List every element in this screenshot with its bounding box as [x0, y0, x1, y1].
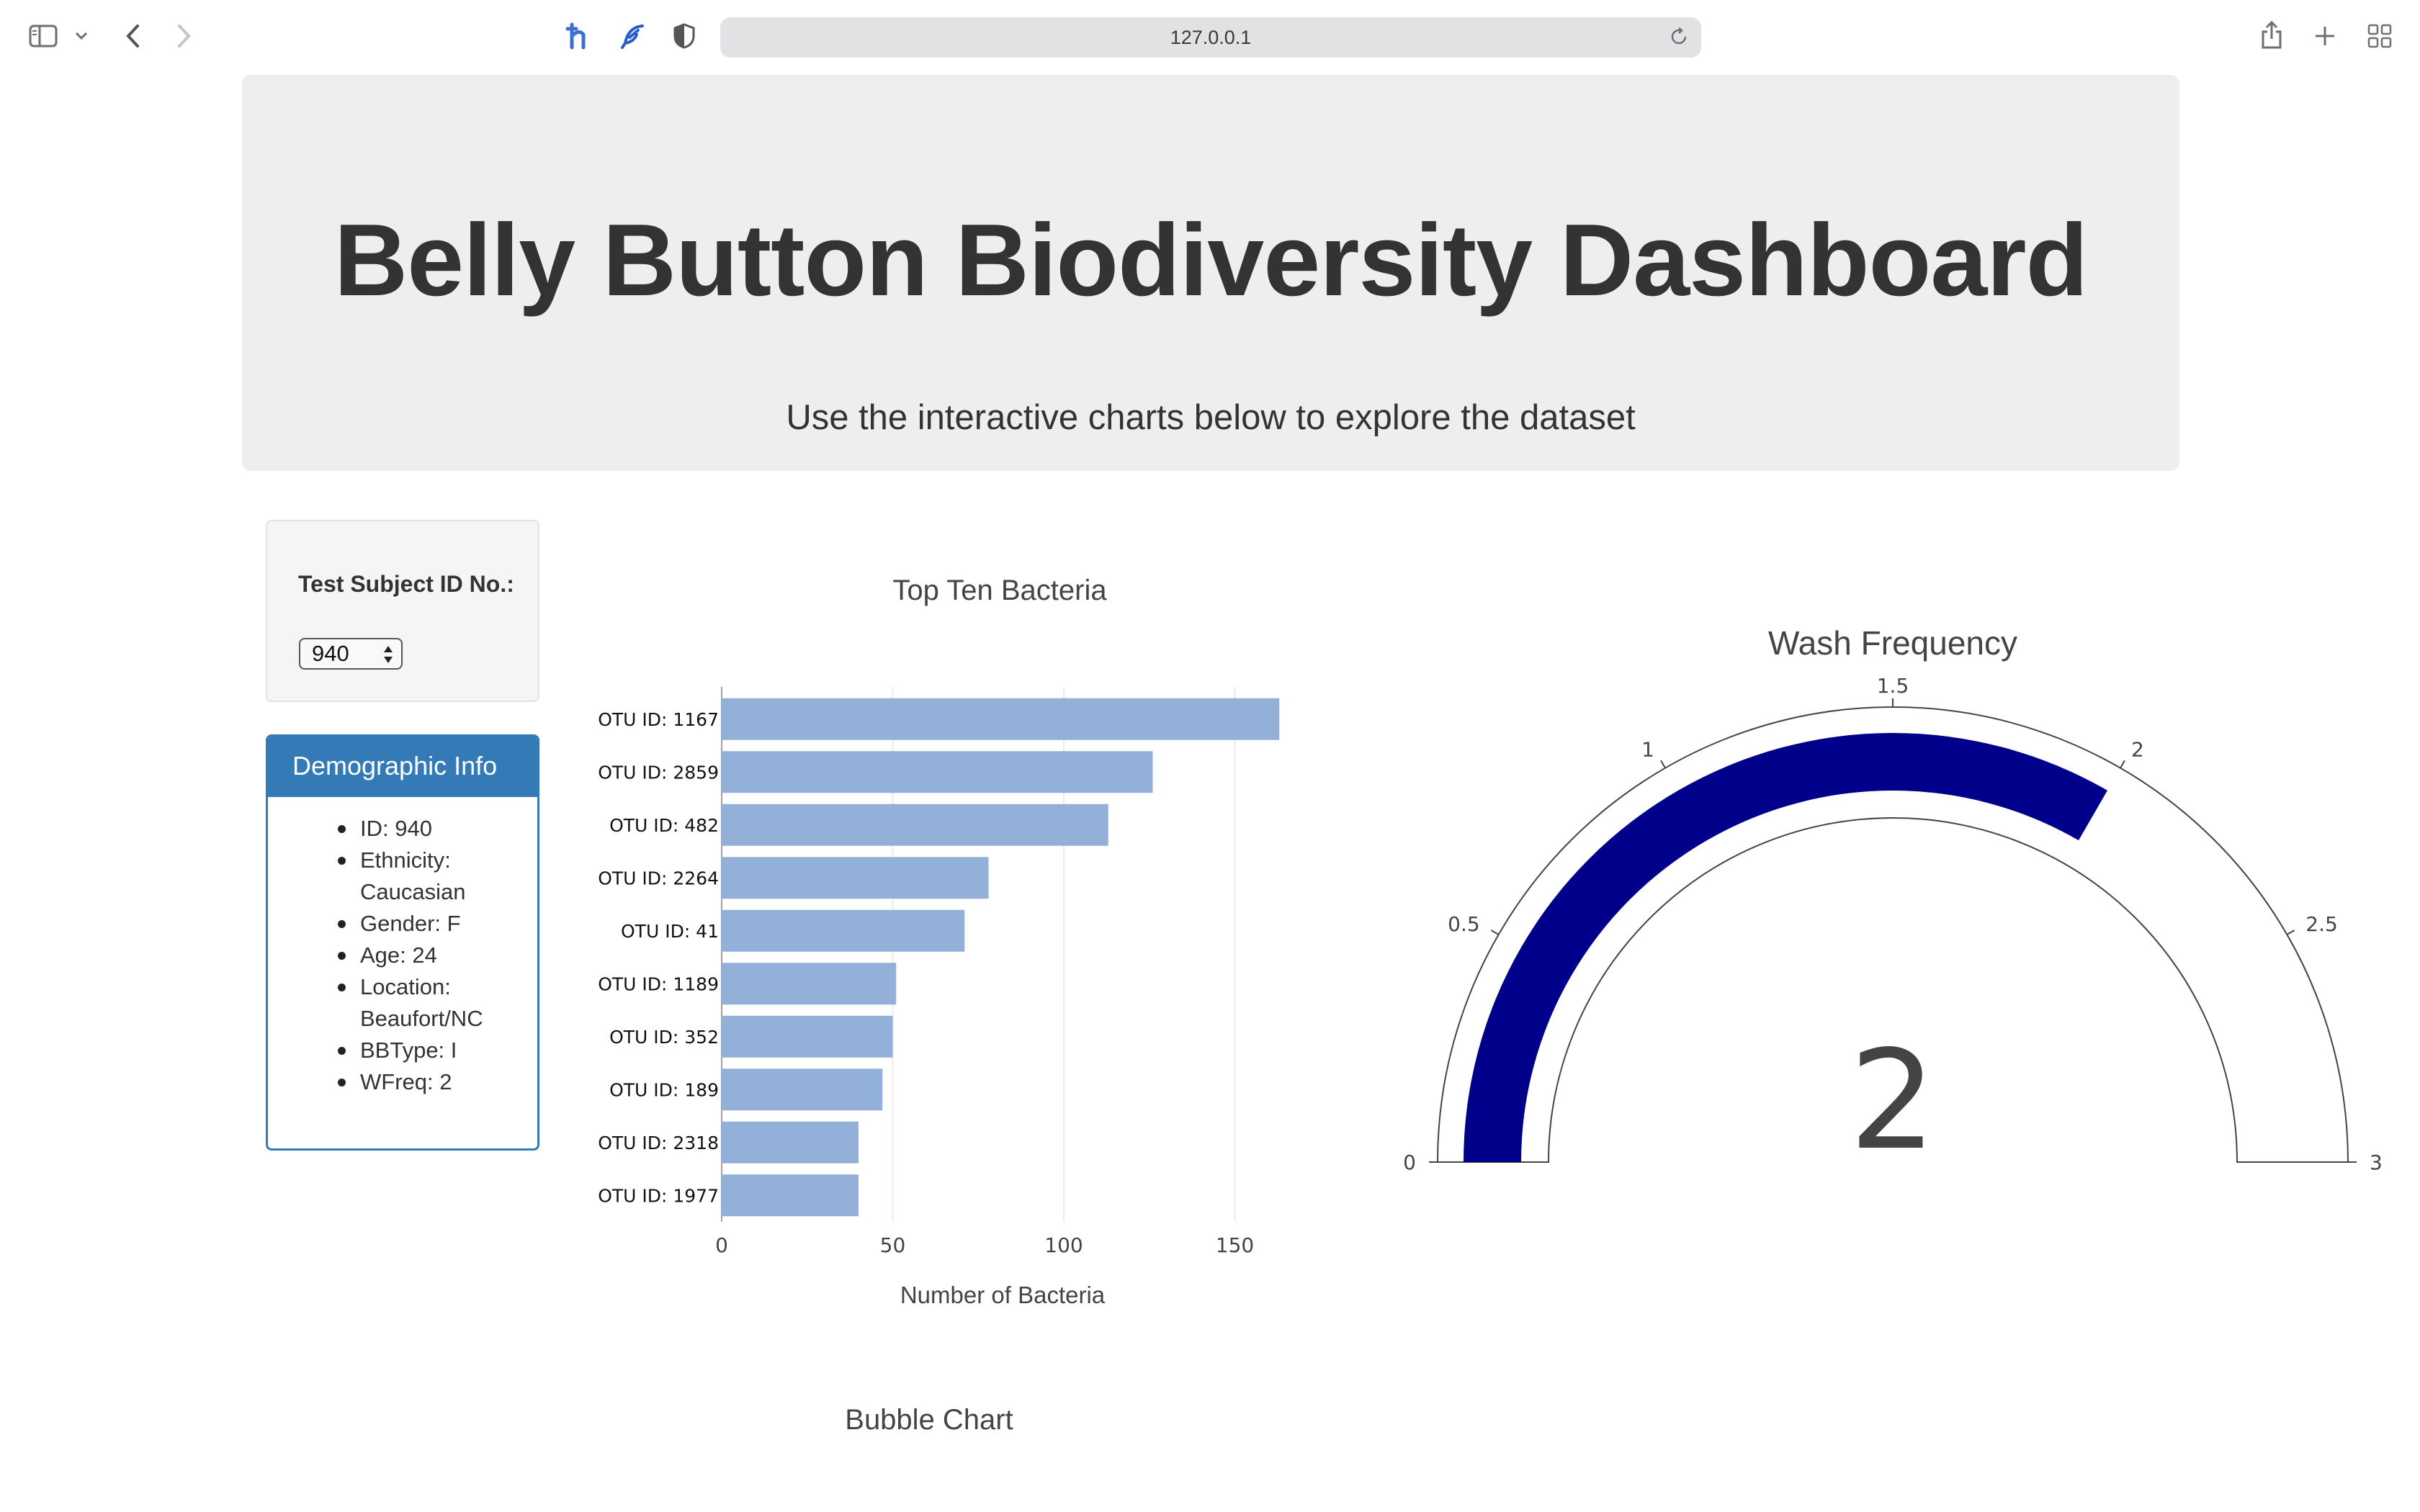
reload-icon[interactable] [1668, 26, 1691, 49]
gauge-chart[interactable]: 0 0.5 1 1.5 2 2.5 3 2 [1389, 648, 2397, 1195]
gauge-value-bar [1464, 733, 2107, 1162]
gauge-tick-label: 0.5 [1448, 912, 1480, 936]
header-jumbotron: Belly Button Biodiversity Dashboard Use … [242, 75, 2179, 471]
extension-h-icon[interactable] [563, 20, 595, 52]
x-tick-label: 50 [880, 1233, 906, 1257]
bar-chart-title: Top Ten Bacteria [892, 575, 1107, 606]
subject-selector-label: Test Subject ID No.: [298, 571, 514, 597]
shield-icon[interactable] [670, 22, 699, 50]
gauge-tick-label: 2.5 [2305, 912, 2338, 936]
page-subtitle: Use the interactive charts below to expl… [786, 398, 1636, 437]
gauge-tick-label: 3 [2370, 1151, 2383, 1174]
subject-id-value: 940 [312, 641, 349, 666]
x-tick-label: 100 [1044, 1233, 1083, 1257]
y-tick-label: OTU ID: 2318 [598, 1133, 719, 1153]
gauge-value: 2 [1850, 1021, 1937, 1180]
share-icon[interactable] [2257, 19, 2286, 52]
gauge-tick-label: 1.5 [1877, 674, 1909, 698]
y-tick-label: OTU ID: 1189 [598, 973, 719, 994]
bar [722, 1015, 893, 1058]
browser-toolbar: 127.0.0.1 [0, 0, 2420, 72]
demographic-list: ID: 940 Ethnicity: Caucasian Gender: F A… [268, 797, 537, 1098]
list-item: Ethnicity: Caucasian [268, 845, 537, 908]
subject-id-select[interactable]: 940 [299, 638, 403, 670]
bar [722, 1121, 859, 1164]
sidebar-icon[interactable] [27, 23, 59, 49]
new-tab-icon[interactable] [2311, 22, 2339, 50]
list-item: Age: 24 [268, 940, 537, 971]
y-tick-label: OTU ID: 41 [621, 921, 719, 942]
forward-icon[interactable] [171, 22, 197, 50]
page-title: Belly Button Biodiversity Dashboard [333, 203, 2089, 318]
back-icon[interactable] [120, 22, 145, 50]
bar [722, 698, 1280, 740]
tab-overview-icon[interactable] [2365, 22, 2394, 50]
bar [722, 804, 1108, 846]
bar-chart-xlabel: Number of Bacteria [900, 1282, 1106, 1308]
gauge-tick [2120, 760, 2125, 769]
list-item: Gender: F [268, 908, 537, 940]
demographic-info-panel: Demographic Info ID: 940 Ethnicity: Cauc… [266, 734, 539, 1151]
y-tick-label: OTU ID: 482 [609, 815, 719, 836]
y-tick-label: OTU ID: 1977 [598, 1185, 719, 1206]
extension-feather-icon[interactable] [617, 20, 648, 52]
subject-selector-panel: Test Subject ID No.: 940 [266, 520, 539, 702]
y-tick-label: OTU ID: 352 [609, 1027, 719, 1048]
y-tick-label: OTU ID: 189 [609, 1079, 719, 1100]
x-tick-label: 0 [715, 1233, 728, 1257]
list-item: ID: 940 [268, 813, 537, 845]
list-item: Location: Beaufort/NC [268, 971, 537, 1035]
chevron-down-icon[interactable] [72, 27, 91, 45]
bar-chart[interactable]: 0 50 100 150 OTU ID: 1167 OTU ID: 2859 OTU ID:… [576, 677, 1296, 1257]
y-tick-label: OTU ID: 2264 [598, 868, 719, 888]
bar [722, 909, 965, 952]
select-arrows-icon [382, 644, 394, 665]
gauge-tick [1490, 930, 1500, 935]
list-item: BBType: I [268, 1035, 537, 1066]
list-item: WFreq: 2 [268, 1066, 537, 1098]
bar [722, 1174, 859, 1217]
address-bar[interactable]: 127.0.0.1 [720, 17, 1701, 58]
bar [722, 751, 1153, 793]
gauge-tick [2286, 930, 2295, 935]
x-tick-label: 150 [1216, 1233, 1254, 1257]
y-tick-label: OTU ID: 1167 [598, 709, 719, 730]
gauge-tick-label: 2 [2131, 738, 2144, 762]
gauge-tick-label: 0 [1403, 1151, 1416, 1174]
bubble-chart-title: Bubble Chart [845, 1404, 1013, 1436]
y-tick-label: OTU ID: 2859 [598, 762, 719, 783]
url-text: 127.0.0.1 [1170, 26, 1252, 48]
bar [722, 1068, 883, 1111]
bar [722, 963, 897, 1005]
gauge-tick [1660, 760, 1666, 769]
demographic-info-title: Demographic Info [268, 737, 537, 797]
bar [722, 857, 989, 899]
gauge-tick-label: 1 [1641, 738, 1654, 762]
